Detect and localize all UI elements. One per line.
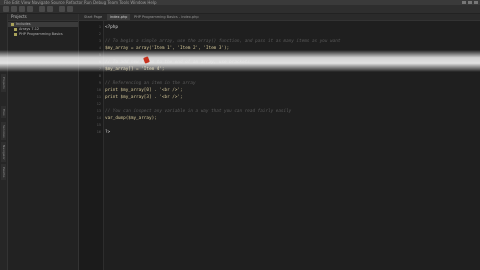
save-all-icon[interactable] xyxy=(27,6,33,12)
code-line: print $my_array[0] . '<br />'; xyxy=(105,88,183,93)
project-icon xyxy=(14,33,17,36)
minimize-icon[interactable] xyxy=(462,1,466,4)
code-line: // You can inspect any variable in a way… xyxy=(105,109,292,114)
line-number: 10 xyxy=(96,88,101,92)
close-icon[interactable] xyxy=(474,1,478,4)
tree-item-label: PHP Programming Basics xyxy=(19,32,63,36)
tree-item-php-basics[interactable]: PHP Programming Basics xyxy=(8,32,78,37)
new-project-icon[interactable] xyxy=(11,6,17,12)
line-number: 15 xyxy=(96,123,101,127)
toolbar xyxy=(0,5,480,14)
side-tab-projects[interactable]: Projects xyxy=(1,74,6,92)
line-number: 2 xyxy=(98,32,101,36)
projects-panel-title: Projects xyxy=(8,14,78,21)
code-line: // Referencing an item in the array xyxy=(105,81,196,86)
run-icon[interactable] xyxy=(59,6,65,12)
line-highlight-overlay xyxy=(0,50,480,72)
open-project-icon[interactable] xyxy=(19,6,25,12)
window-controls xyxy=(462,1,478,4)
redo-icon[interactable] xyxy=(47,6,53,12)
code-line: var_dump($my_array); xyxy=(105,116,157,121)
side-tab-services[interactable]: Services xyxy=(1,122,6,140)
tab-start-page[interactable]: Start Page xyxy=(81,14,105,20)
code-line: print $my_array[3] . '<br />'; xyxy=(105,95,183,100)
line-number: 9 xyxy=(98,81,101,85)
line-number: 1 xyxy=(98,25,101,29)
line-number: 14 xyxy=(96,116,101,120)
folder-icon xyxy=(11,23,14,26)
undo-icon[interactable] xyxy=(39,6,45,12)
editor-tabs: Start Page index.php PHP Programming Bas… xyxy=(79,14,480,21)
project-tree: Includes Arrays 7.12 PHP Programming Bas… xyxy=(8,21,78,37)
code-line: <?php xyxy=(105,25,118,30)
debug-icon[interactable] xyxy=(67,6,73,12)
code-line: // To begin a simple array, use the arra… xyxy=(105,39,341,44)
tab-php-basics[interactable]: PHP Programming Basics - index.php xyxy=(131,14,202,20)
maximize-icon[interactable] xyxy=(468,1,472,4)
line-number: 13 xyxy=(96,109,101,113)
code-line: ?> xyxy=(105,130,111,135)
new-file-icon[interactable] xyxy=(3,6,9,12)
project-icon xyxy=(14,28,17,31)
line-number: 11 xyxy=(96,95,101,99)
line-number: 16 xyxy=(96,130,101,134)
line-number: 12 xyxy=(96,102,101,106)
side-tab-files[interactable]: Files xyxy=(1,106,6,118)
line-number: 3 xyxy=(98,39,101,43)
tab-index-php[interactable]: index.php xyxy=(107,14,131,20)
side-tab-navigator[interactable]: Navigator xyxy=(1,142,6,162)
side-tab-palette[interactable]: Palette xyxy=(1,164,6,180)
line-number: 8 xyxy=(98,74,101,78)
